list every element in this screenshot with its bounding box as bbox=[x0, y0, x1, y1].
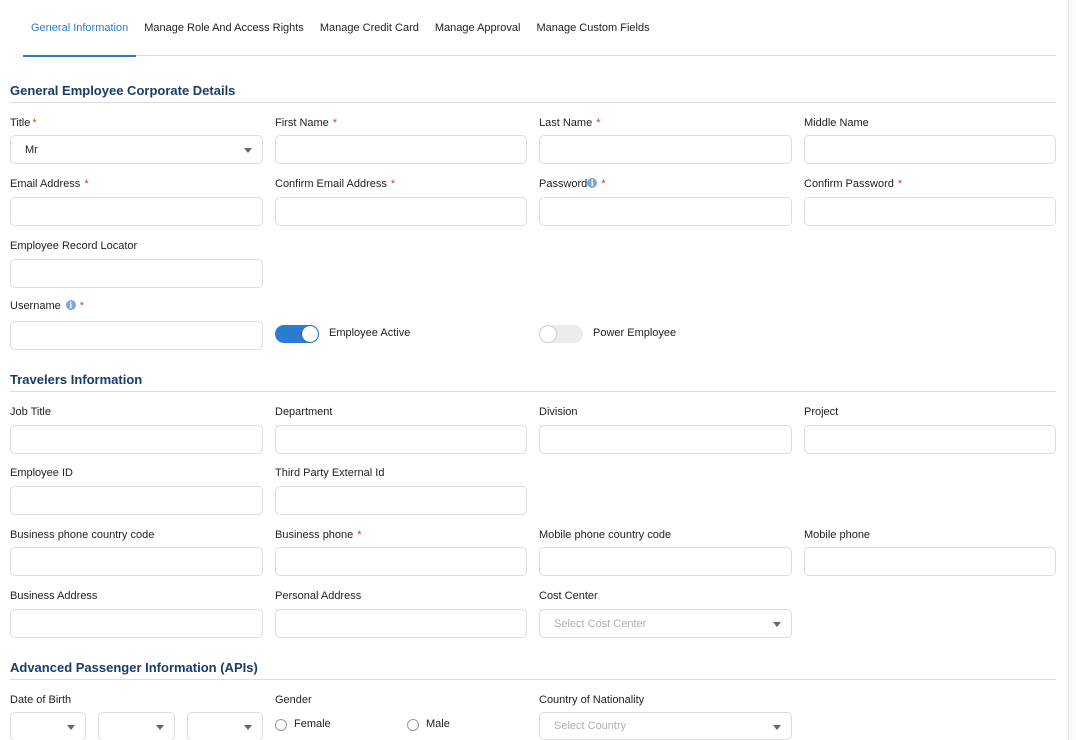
page-right-edge bbox=[1068, 0, 1076, 740]
section-title-apis: Advanced Passenger Information (APIs) bbox=[10, 660, 258, 675]
cost-center-placeholder: Select Cost Center bbox=[554, 617, 647, 630]
third-party-id-input[interactable] bbox=[275, 486, 527, 515]
chevron-down-icon bbox=[244, 725, 252, 730]
business-address-input[interactable] bbox=[10, 609, 263, 638]
record-locator-input[interactable] bbox=[10, 259, 263, 288]
tab-manage-role-access[interactable]: Manage Role And Access Rights bbox=[136, 0, 312, 56]
last-name-input[interactable] bbox=[539, 135, 792, 164]
password-input[interactable] bbox=[539, 197, 792, 226]
title-select[interactable]: Mr bbox=[10, 135, 263, 164]
employee-id-label: Employee ID bbox=[10, 467, 73, 479]
power-employee-label: Power Employee bbox=[593, 327, 677, 339]
nationality-select[interactable]: Select Country bbox=[539, 712, 792, 740]
required-mark: * bbox=[596, 117, 601, 129]
middle-name-label: Middle Name bbox=[804, 117, 869, 129]
section-divider bbox=[10, 391, 1056, 392]
confirm-email-label: Confirm Email Address * bbox=[275, 178, 396, 190]
section-title-travelers: Travelers Information bbox=[10, 372, 143, 387]
business-phone-label: Business phone * bbox=[275, 529, 362, 541]
dob-label: Date of Birth bbox=[10, 694, 72, 706]
mobile-phone-label: Mobile phone bbox=[804, 529, 871, 541]
email-input[interactable] bbox=[10, 197, 263, 226]
business-phone-cc-input[interactable] bbox=[10, 547, 263, 576]
title-select-value: Mr bbox=[25, 143, 38, 156]
chevron-down-icon bbox=[156, 725, 164, 730]
required-mark: * bbox=[601, 178, 606, 190]
tab-manage-custom-fields[interactable]: Manage Custom Fields bbox=[529, 0, 658, 56]
mobile-phone-cc-input[interactable] bbox=[539, 547, 792, 576]
third-party-id-label: Third Party External Id bbox=[275, 467, 385, 479]
toggle-knob bbox=[302, 326, 318, 342]
required-mark: * bbox=[332, 117, 338, 129]
toggle-knob bbox=[540, 326, 556, 342]
project-input[interactable] bbox=[804, 425, 1056, 454]
employee-active-label: Employee Active bbox=[329, 327, 411, 339]
info-icon[interactable]: i bbox=[65, 300, 76, 310]
nationality-label: Country of Nationality bbox=[539, 694, 645, 706]
tab-manage-credit-card[interactable]: Manage Credit Card bbox=[312, 0, 427, 56]
job-title-label: Job Title bbox=[10, 406, 51, 418]
section-divider bbox=[10, 102, 1056, 103]
confirm-email-input[interactable] bbox=[275, 197, 527, 226]
required-mark: * bbox=[897, 178, 903, 190]
business-address-label: Business Address bbox=[10, 590, 98, 602]
gender-label: Gender bbox=[275, 694, 312, 706]
title-label: Title * bbox=[10, 117, 37, 129]
personal-address-input[interactable] bbox=[275, 609, 527, 638]
first-name-input[interactable] bbox=[275, 135, 527, 164]
department-input[interactable] bbox=[275, 425, 527, 454]
info-icon[interactable]: i bbox=[587, 178, 598, 188]
required-mark: * bbox=[357, 529, 362, 541]
tab-manage-approval[interactable]: Manage Approval bbox=[427, 0, 529, 56]
project-label: Project bbox=[804, 406, 839, 418]
dob-month-select[interactable] bbox=[98, 712, 175, 740]
gender-female-radio[interactable] bbox=[275, 719, 287, 731]
chevron-down-icon bbox=[244, 148, 252, 153]
power-employee-toggle[interactable] bbox=[539, 325, 583, 343]
dob-day-select[interactable] bbox=[10, 712, 86, 740]
department-label: Department bbox=[275, 406, 333, 418]
division-label: Division bbox=[539, 406, 578, 418]
job-title-input[interactable] bbox=[10, 425, 263, 454]
confirm-password-label: Confirm Password * bbox=[804, 178, 903, 190]
required-mark: * bbox=[84, 178, 89, 190]
nationality-placeholder: Select Country bbox=[554, 720, 627, 732]
employee-id-input[interactable] bbox=[10, 486, 263, 515]
business-phone-input[interactable] bbox=[275, 547, 527, 576]
password-label: Password i * bbox=[539, 178, 606, 190]
gender-male-label: Male bbox=[426, 718, 450, 730]
record-locator-label: Employee Record Locator bbox=[10, 240, 138, 252]
chevron-down-icon bbox=[773, 622, 781, 627]
required-mark: * bbox=[32, 117, 37, 129]
required-mark: * bbox=[390, 178, 396, 190]
cost-center-select[interactable]: Select Cost Center bbox=[539, 609, 792, 638]
mobile-phone-input[interactable] bbox=[804, 547, 1056, 576]
personal-address-label: Personal Address bbox=[275, 590, 362, 602]
mobile-phone-cc-label: Mobile phone country code bbox=[539, 529, 672, 541]
division-input[interactable] bbox=[539, 425, 792, 454]
email-label: Email Address * bbox=[10, 178, 89, 190]
username-input[interactable] bbox=[10, 321, 263, 350]
cost-center-label: Cost Center bbox=[539, 590, 598, 602]
dob-year-select[interactable] bbox=[187, 712, 263, 740]
gender-male-radio[interactable] bbox=[407, 719, 419, 731]
required-mark: * bbox=[79, 300, 85, 312]
confirm-password-input[interactable] bbox=[804, 197, 1056, 226]
gender-female-label: Female bbox=[294, 718, 331, 730]
first-name-label: First Name * bbox=[275, 117, 338, 129]
tab-bar: General Information Manage Role And Acce… bbox=[23, 0, 1056, 57]
chevron-down-icon bbox=[773, 725, 781, 730]
section-title-corporate: General Employee Corporate Details bbox=[10, 83, 236, 98]
business-phone-cc-label: Business phone country code bbox=[10, 529, 155, 541]
last-name-label: Last Name * bbox=[539, 117, 601, 129]
section-divider bbox=[10, 679, 1056, 680]
middle-name-input[interactable] bbox=[804, 135, 1056, 164]
username-label: Username i * bbox=[10, 300, 85, 312]
tab-general-information[interactable]: General Information bbox=[23, 0, 137, 57]
employee-active-toggle[interactable] bbox=[275, 325, 319, 343]
chevron-down-icon bbox=[67, 725, 75, 730]
